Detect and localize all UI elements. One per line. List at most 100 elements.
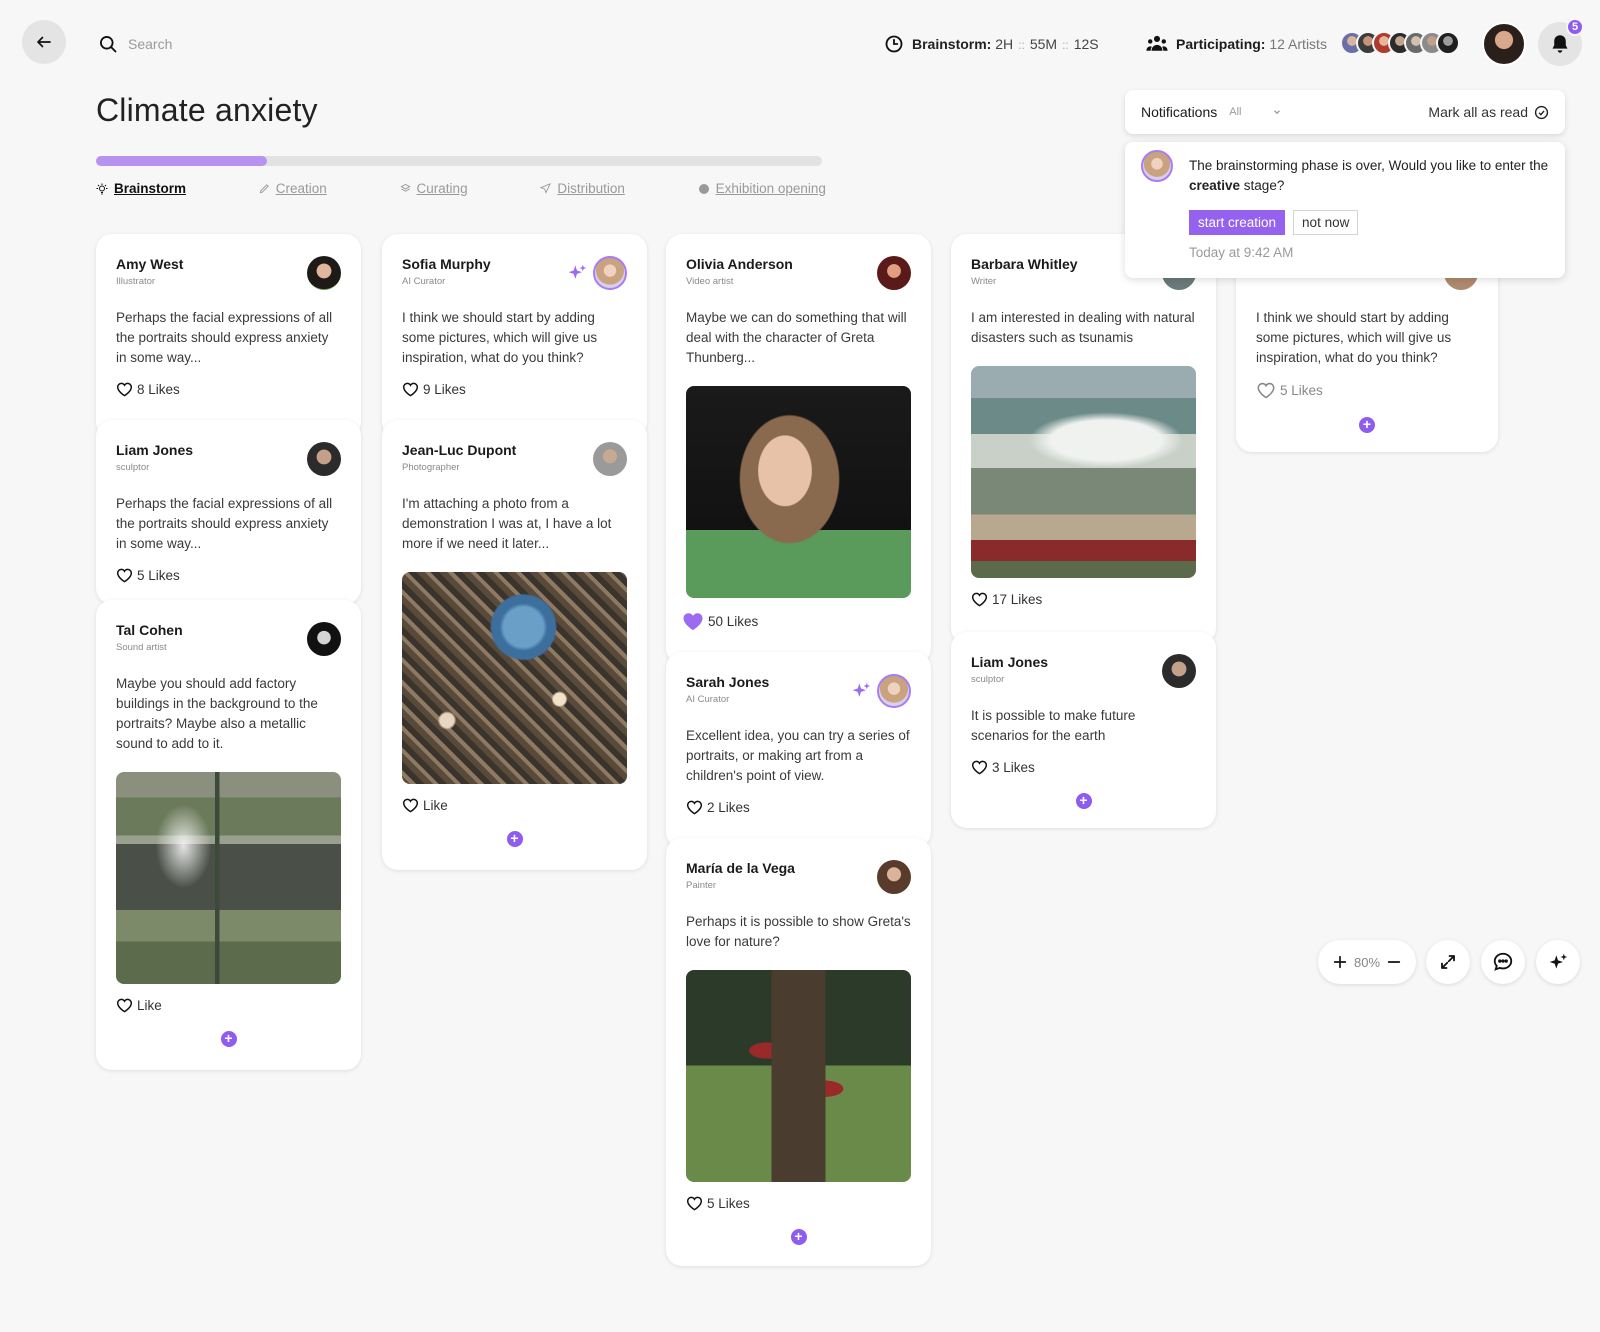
add-comment-button[interactable]: +: [790, 1229, 807, 1245]
notification-item: The brainstorming phase is over, Would y…: [1125, 142, 1565, 278]
send-icon: [540, 183, 552, 194]
tab-label: Distribution: [557, 181, 625, 196]
idea-text: Maybe you should add factory buildings i…: [116, 676, 318, 751]
heart-icon: [402, 798, 419, 813]
ai-assistant-button[interactable]: [1536, 940, 1580, 984]
heart-icon: [402, 382, 419, 397]
tab-label: Exhibition opening: [715, 181, 826, 196]
author-avatar: [1162, 654, 1196, 688]
idea-card[interactable]: Amy West Illustrator Perhaps the facial e…: [96, 234, 361, 438]
tab-brainstorm[interactable]: Brainstorm: [96, 181, 186, 196]
idea-card[interactable]: Tal Cohen Sound artist Maybe you should a…: [96, 600, 361, 1070]
minus-icon[interactable]: [1386, 954, 1402, 970]
author-name: Liam Jones: [116, 442, 194, 458]
tab-creation[interactable]: Creation: [259, 181, 327, 196]
like-button[interactable]: Like: [116, 998, 341, 1013]
search-input[interactable]: [128, 36, 288, 52]
add-comment-button[interactable]: +: [1075, 793, 1092, 809]
author-name: Sarah Jones: [686, 674, 770, 690]
notifications-filter[interactable]: All: [1229, 106, 1241, 118]
search-icon: [100, 36, 117, 53]
pencil-icon: [259, 184, 269, 194]
like-button[interactable]: 50 Likes: [682, 612, 911, 631]
plus-icon[interactable]: [1332, 954, 1348, 970]
tab-distribution[interactable]: Distribution: [540, 181, 625, 196]
author-role: Illustrator: [116, 276, 156, 287]
user-avatar[interactable]: [1482, 22, 1526, 66]
idea-card[interactable]: María de la Vega Painter Perhaps it is po…: [666, 838, 931, 1266]
zoom-control: 80%: [1318, 940, 1416, 984]
like-count: 17 Likes: [992, 592, 1043, 607]
tab-label: Curating: [416, 181, 468, 196]
tab-curating[interactable]: Curating: [399, 181, 468, 196]
like-button[interactable]: 5 Likes: [1256, 382, 1478, 399]
fullscreen-button[interactable]: [1426, 940, 1470, 984]
idea-card[interactable]: Sofia Murphy AI Curator I think we should…: [382, 234, 647, 438]
like-count: 5 Likes: [1280, 383, 1323, 398]
gallery-icon: [698, 183, 709, 194]
like-button[interactable]: 9 Likes: [402, 382, 627, 397]
tab-exhibition-opening[interactable]: Exhibition opening: [698, 181, 826, 196]
like-button[interactable]: Like: [402, 798, 627, 813]
notification-count-badge: 5: [1566, 18, 1584, 36]
idea-text: I think we should start by adding some p…: [1256, 310, 1452, 365]
idea-card[interactable]: Liam Jones sculptor Perhaps the facial ex…: [96, 420, 361, 604]
arrow-left-icon: [37, 36, 51, 48]
search-bar: [98, 34, 288, 54]
clock-icon: [885, 35, 903, 53]
author-role: Video artist: [686, 276, 734, 287]
people-icon: [1146, 35, 1168, 51]
heart-filled-icon: [683, 613, 703, 631]
notifications-button[interactable]: 5: [1538, 18, 1584, 66]
notification-message: The brainstorming phase is over, Would y…: [1189, 156, 1549, 196]
add-comment-button[interactable]: +: [1359, 417, 1375, 433]
author-avatar: [593, 442, 627, 476]
mark-all-read-button[interactable]: Mark all as read: [1428, 104, 1549, 120]
factory-aerial-photo: [116, 772, 341, 984]
author-name: Olivia Anderson: [686, 256, 793, 272]
idea-card[interactable]: Sarah Jones AI Curator Excellent idea, yo…: [666, 652, 931, 848]
timer-label: Brainstorm:: [912, 36, 992, 52]
idea-text: Excellent idea, you can try a series of …: [686, 728, 910, 783]
like-button[interactable]: 8 Likes: [116, 382, 341, 397]
start-creation-button[interactable]: start creation: [1189, 210, 1286, 235]
author-avatar: [307, 622, 341, 656]
like-count: 50 Likes: [708, 614, 759, 629]
chat-button[interactable]: [1481, 940, 1525, 984]
chevron-down-icon[interactable]: [1272, 107, 1282, 117]
like-count: 9 Likes: [423, 382, 466, 397]
author-name: Tal Cohen: [116, 622, 183, 638]
idea-card[interactable]: Liam Jones sculptor It is possible to mak…: [951, 632, 1216, 828]
idea-card[interactable]: Jean-Luc Dupont Photographer I'm attachin…: [382, 420, 647, 870]
add-comment-button[interactable]: +: [220, 1031, 237, 1047]
sparkle-icon: [1549, 953, 1568, 969]
author-role: Sound artist: [116, 642, 167, 653]
author-avatar: [593, 256, 627, 290]
participating-count: 12 Artists: [1269, 36, 1327, 52]
author-avatar: [307, 256, 341, 290]
idea-card[interactable]: Olivia Anderson Video artist Maybe we can…: [666, 234, 931, 664]
author-avatar: [877, 674, 911, 708]
like-button[interactable]: 5 Likes: [116, 568, 341, 583]
expand-icon: [1441, 955, 1455, 969]
like-button[interactable]: 17 Likes: [971, 592, 1196, 607]
not-now-button[interactable]: not now: [1293, 210, 1359, 235]
heart-icon: [116, 568, 133, 583]
author-role: Photographer: [402, 462, 460, 473]
participating-label: Participating:: [1176, 36, 1266, 52]
idea-card[interactable]: Barbara Whitley Writer I am interested in…: [951, 234, 1216, 644]
add-comment-button[interactable]: +: [506, 831, 523, 847]
like-button[interactable]: 5 Likes: [686, 1196, 911, 1211]
tsunami-photo: [971, 366, 1196, 578]
back-button[interactable]: [22, 20, 66, 64]
tab-label: Brainstorm: [114, 181, 187, 196]
idea-text: Maybe we can do something that will deal…: [686, 310, 907, 365]
like-button[interactable]: 3 Likes: [971, 760, 1196, 775]
author-role: sculptor: [116, 462, 150, 473]
like-count: 3 Likes: [992, 760, 1035, 775]
participants-avatars[interactable]: [1340, 31, 1460, 55]
like-button[interactable]: 2 Likes: [686, 800, 911, 815]
participant-avatar: [1436, 31, 1460, 55]
stage-progress-bar: [96, 156, 822, 166]
idea-text: Perhaps the facial expressions of all th…: [116, 310, 333, 365]
